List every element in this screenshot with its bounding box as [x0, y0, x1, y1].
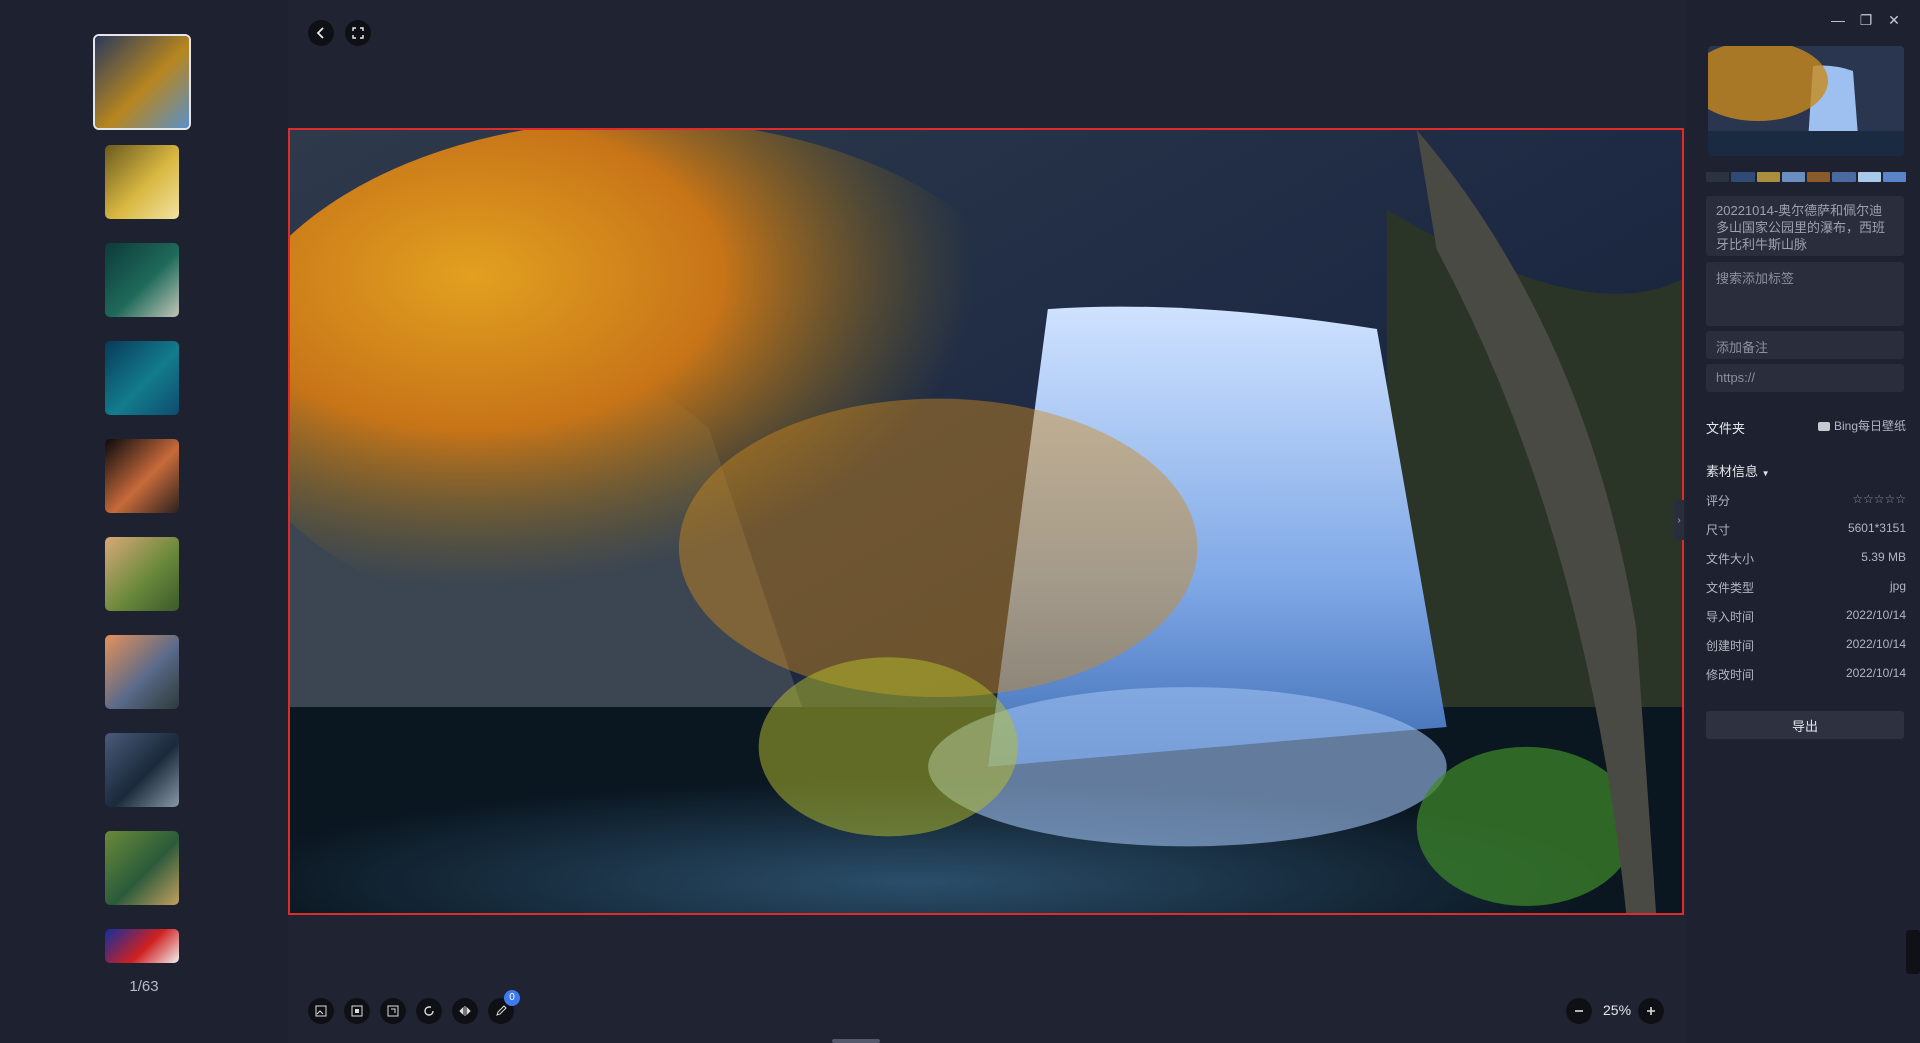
restore-icon: ❐	[1859, 11, 1873, 28]
info-row: 修改时间 2022/10/14	[1706, 666, 1906, 686]
thumb-octopus[interactable]	[105, 439, 179, 513]
color-swatch[interactable]	[1781, 172, 1805, 182]
caret-down-icon: ▼	[1761, 469, 1770, 478]
info-value: 2022/10/14	[1845, 666, 1906, 680]
color-swatch[interactable]	[1807, 172, 1831, 182]
color-swatch[interactable]	[1756, 172, 1780, 182]
color-swatch[interactable]	[1706, 172, 1730, 182]
main-image[interactable]	[288, 128, 1684, 915]
info-key: 文件大小	[1706, 552, 1755, 566]
maximize-button[interactable]: ❐	[1858, 12, 1874, 28]
title-field[interactable]: 20221014-奥尔德萨和佩尔迪多山国家公园里的瀑布，西班牙比利牛斯山脉	[1706, 196, 1904, 256]
scroll-grip[interactable]	[1906, 930, 1920, 974]
thumb-hills[interactable]	[105, 537, 179, 611]
folder-value[interactable]: Bing每日壁纸	[1812, 417, 1906, 434]
back-icon	[316, 27, 324, 39]
thumbnail-image	[105, 439, 179, 513]
thumbnail-image	[105, 145, 179, 219]
url-input[interactable]: https://	[1706, 364, 1904, 392]
image-mode-button[interactable]	[308, 998, 334, 1024]
bottom-resize-handle[interactable]	[832, 1039, 880, 1043]
image-icon	[315, 1005, 327, 1017]
thumb-mountain-sunset[interactable]	[105, 635, 179, 709]
color-swatch[interactable]	[1882, 172, 1906, 182]
thumb-seals[interactable]	[105, 733, 179, 807]
thumb-red-items[interactable]	[105, 929, 179, 963]
zoom-level: 25%	[1603, 1002, 1632, 1018]
annotate-icon	[496, 1005, 507, 1016]
color-swatch[interactable]	[1857, 172, 1881, 182]
color-palette	[1706, 172, 1906, 182]
info-value: 2022/10/14	[1845, 608, 1906, 622]
thumb-kingfisher[interactable]	[105, 831, 179, 905]
folder-label: 文件夹	[1706, 421, 1746, 436]
thumbnail-image	[95, 36, 189, 128]
waterfall-photo	[290, 130, 1682, 913]
color-swatch[interactable]	[1832, 172, 1856, 182]
folder-icon	[1817, 422, 1830, 432]
info-value: 5601*3151	[1847, 521, 1906, 535]
thumbnail-image	[105, 341, 179, 415]
color-swatch[interactable]	[1731, 172, 1755, 182]
thumbnail-image	[105, 635, 179, 709]
close-icon: ✕	[1888, 11, 1900, 28]
minimize-icon: —	[1831, 12, 1845, 28]
info-value: 5.39 MB	[1861, 550, 1906, 564]
fullscreen-button[interactable]	[345, 20, 371, 46]
flip-icon	[459, 1006, 471, 1016]
panel-collapse-handle[interactable]: ›	[1674, 500, 1684, 540]
zoom-in-button[interactable]	[1638, 998, 1664, 1024]
info-key: 修改时间	[1706, 668, 1755, 682]
info-row: 尺寸 5601*3151	[1706, 521, 1906, 541]
info-section-header[interactable]: 素材信息 ▼	[1706, 461, 1770, 480]
thumb-aerial-road[interactable]	[105, 243, 179, 317]
zoom-out-button[interactable]	[1566, 998, 1592, 1024]
info-key: 导入时间	[1706, 610, 1755, 624]
info-row: 导入时间 2022/10/14	[1706, 608, 1906, 628]
thumbnail-image	[105, 831, 179, 905]
thumbnail-image	[105, 929, 179, 963]
annotation-count-badge: 0	[504, 990, 520, 1006]
close-button[interactable]: ✕	[1886, 12, 1902, 28]
info-key: 评分	[1706, 494, 1731, 508]
info-value: jpg	[1889, 579, 1906, 593]
thumb-birds[interactable]	[105, 145, 179, 219]
info-row[interactable]: 评分 ☆☆☆☆☆	[1706, 492, 1906, 512]
zoom-out-icon	[1575, 1010, 1583, 1012]
back-button[interactable]	[308, 20, 334, 46]
preview-thumbnail	[1708, 46, 1904, 156]
minimize-button[interactable]: —	[1830, 12, 1846, 28]
actual-size-icon	[387, 1005, 399, 1017]
rotate-icon	[424, 1006, 434, 1016]
actual-size-button[interactable]	[380, 998, 406, 1024]
thumbnail-image	[105, 243, 179, 317]
thumb-ocean[interactable]	[105, 341, 179, 415]
thumbnail-image	[105, 537, 179, 611]
info-header-label: 素材信息	[1706, 464, 1759, 479]
info-row: 文件大小 5.39 MB	[1706, 550, 1906, 570]
thumb-waterfall[interactable]	[93, 34, 191, 130]
info-value: 2022/10/14	[1845, 637, 1906, 651]
info-row: 创建时间 2022/10/14	[1706, 637, 1906, 657]
fit-icon	[351, 1005, 363, 1017]
flip-button[interactable]	[452, 998, 478, 1024]
info-key: 尺寸	[1706, 523, 1731, 537]
fullscreen-icon	[352, 27, 364, 39]
info-key: 文件类型	[1706, 581, 1755, 595]
export-button[interactable]: 导出	[1706, 711, 1904, 739]
zoom-in-icon	[1647, 1007, 1655, 1015]
fit-button[interactable]	[344, 998, 370, 1024]
rating-stars[interactable]: ☆☆☆☆☆	[1852, 492, 1906, 506]
tags-input[interactable]: 搜索添加标签	[1706, 262, 1904, 326]
folder-name: Bing每日壁纸	[1833, 419, 1906, 433]
rotate-button[interactable]	[416, 998, 442, 1024]
note-input[interactable]: 添加备注	[1706, 331, 1904, 359]
thumbnail-image	[105, 733, 179, 807]
image-counter: 1/63	[129, 978, 159, 995]
info-row: 文件类型 jpg	[1706, 579, 1906, 599]
info-key: 创建时间	[1706, 639, 1755, 653]
